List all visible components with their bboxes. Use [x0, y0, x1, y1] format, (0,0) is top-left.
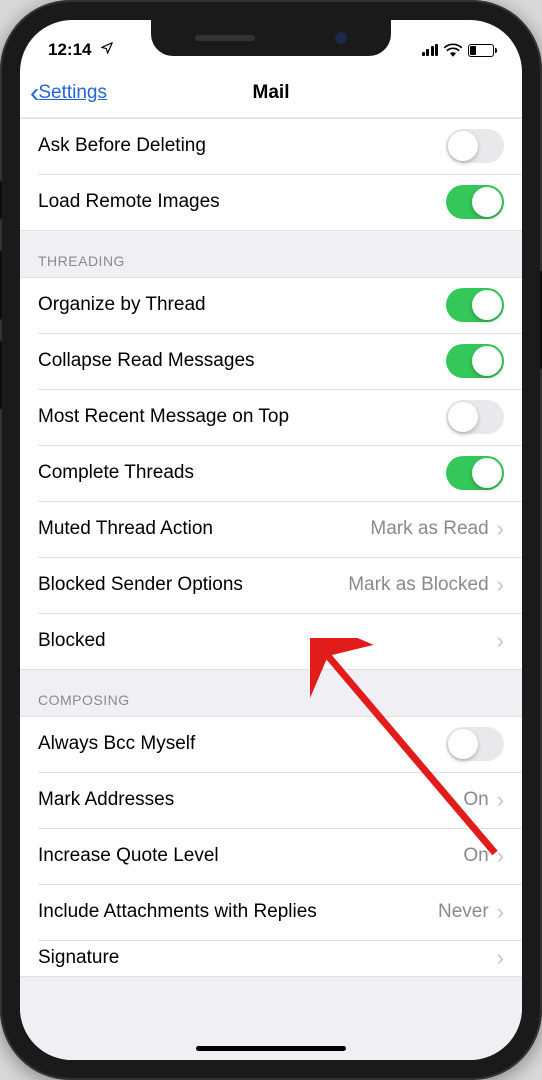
- front-camera: [335, 32, 347, 44]
- switch-load-remote-images[interactable]: [446, 185, 504, 219]
- row-value: Mark as Read: [370, 518, 488, 540]
- row-complete-threads[interactable]: Complete Threads: [20, 445, 522, 501]
- row-label: Increase Quote Level: [38, 845, 463, 867]
- chevron-right-icon: ›: [497, 628, 504, 654]
- row-label: Mark Addresses: [38, 789, 463, 811]
- chevron-right-icon: ›: [497, 787, 504, 813]
- row-label: Always Bcc Myself: [38, 733, 446, 755]
- settings-list[interactable]: Ask Before Deleting Load Remote Images T…: [20, 118, 522, 1060]
- row-label: Load Remote Images: [38, 191, 446, 213]
- location-icon: [100, 40, 114, 60]
- mute-switch: [0, 180, 2, 220]
- group-privacy: Ask Before Deleting Load Remote Images: [20, 118, 522, 231]
- notch: [151, 20, 391, 56]
- home-indicator[interactable]: [196, 1046, 346, 1051]
- row-value: On: [463, 845, 488, 867]
- switch-ask-before-deleting[interactable]: [446, 129, 504, 163]
- row-most-recent-top[interactable]: Most Recent Message on Top: [20, 389, 522, 445]
- group-threading: Organize by Thread Collapse Read Message…: [20, 277, 522, 670]
- back-label: Settings: [38, 82, 107, 104]
- switch-complete-threads[interactable]: [446, 456, 504, 490]
- row-label: Complete Threads: [38, 462, 446, 484]
- section-header-composing: COMPOSING: [20, 670, 522, 716]
- row-label: Organize by Thread: [38, 294, 446, 316]
- chevron-right-icon: ›: [497, 843, 504, 869]
- chevron-right-icon: ›: [497, 945, 504, 971]
- cellular-icon: [422, 44, 439, 56]
- switch-always-bcc[interactable]: [446, 727, 504, 761]
- row-always-bcc[interactable]: Always Bcc Myself: [20, 716, 522, 772]
- back-button[interactable]: ‹ Settings: [30, 79, 107, 107]
- volume-down-button: [0, 340, 2, 410]
- group-composing: Always Bcc Myself Mark Addresses On › In…: [20, 716, 522, 977]
- row-signature[interactable]: Signature ›: [20, 940, 522, 976]
- screen: 12:14 ‹ Settings Mail: [20, 20, 522, 1060]
- row-value: Mark as Blocked: [348, 574, 488, 596]
- row-muted-thread-action[interactable]: Muted Thread Action Mark as Read ›: [20, 501, 522, 557]
- row-label: Collapse Read Messages: [38, 350, 446, 372]
- section-header-threading: THREADING: [20, 231, 522, 277]
- earpiece: [195, 35, 255, 41]
- row-label: Blocked Sender Options: [38, 574, 348, 596]
- row-mark-addresses[interactable]: Mark Addresses On ›: [20, 772, 522, 828]
- nav-bar: ‹ Settings Mail: [20, 68, 522, 118]
- row-label: Most Recent Message on Top: [38, 406, 446, 428]
- status-time: 12:14: [48, 40, 114, 60]
- row-blocked-sender-options[interactable]: Blocked Sender Options Mark as Blocked ›: [20, 557, 522, 613]
- row-blocked[interactable]: Blocked ›: [20, 613, 522, 669]
- row-increase-quote-level[interactable]: Increase Quote Level On ›: [20, 828, 522, 884]
- switch-most-recent-top[interactable]: [446, 400, 504, 434]
- chevron-right-icon: ›: [497, 572, 504, 598]
- chevron-right-icon: ›: [497, 516, 504, 542]
- chevron-right-icon: ›: [497, 899, 504, 925]
- page-title: Mail: [253, 82, 290, 104]
- row-label: Signature: [38, 947, 497, 969]
- phone-frame: 12:14 ‹ Settings Mail: [0, 0, 542, 1080]
- switch-collapse-read[interactable]: [446, 344, 504, 378]
- row-collapse-read[interactable]: Collapse Read Messages: [20, 333, 522, 389]
- row-value: On: [463, 789, 488, 811]
- volume-up-button: [0, 250, 2, 320]
- row-label: Muted Thread Action: [38, 518, 370, 540]
- row-ask-before-deleting[interactable]: Ask Before Deleting: [20, 118, 522, 174]
- row-label: Ask Before Deleting: [38, 135, 446, 157]
- row-label: Blocked: [38, 630, 497, 652]
- row-include-attachments[interactable]: Include Attachments with Replies Never ›: [20, 884, 522, 940]
- wifi-icon: [444, 43, 462, 57]
- switch-organize-by-thread[interactable]: [446, 288, 504, 322]
- row-label: Include Attachments with Replies: [38, 901, 438, 923]
- row-load-remote-images[interactable]: Load Remote Images: [20, 174, 522, 230]
- time-text: 12:14: [48, 40, 91, 59]
- row-value: Never: [438, 901, 489, 923]
- row-organize-by-thread[interactable]: Organize by Thread: [20, 277, 522, 333]
- battery-icon: [468, 44, 494, 57]
